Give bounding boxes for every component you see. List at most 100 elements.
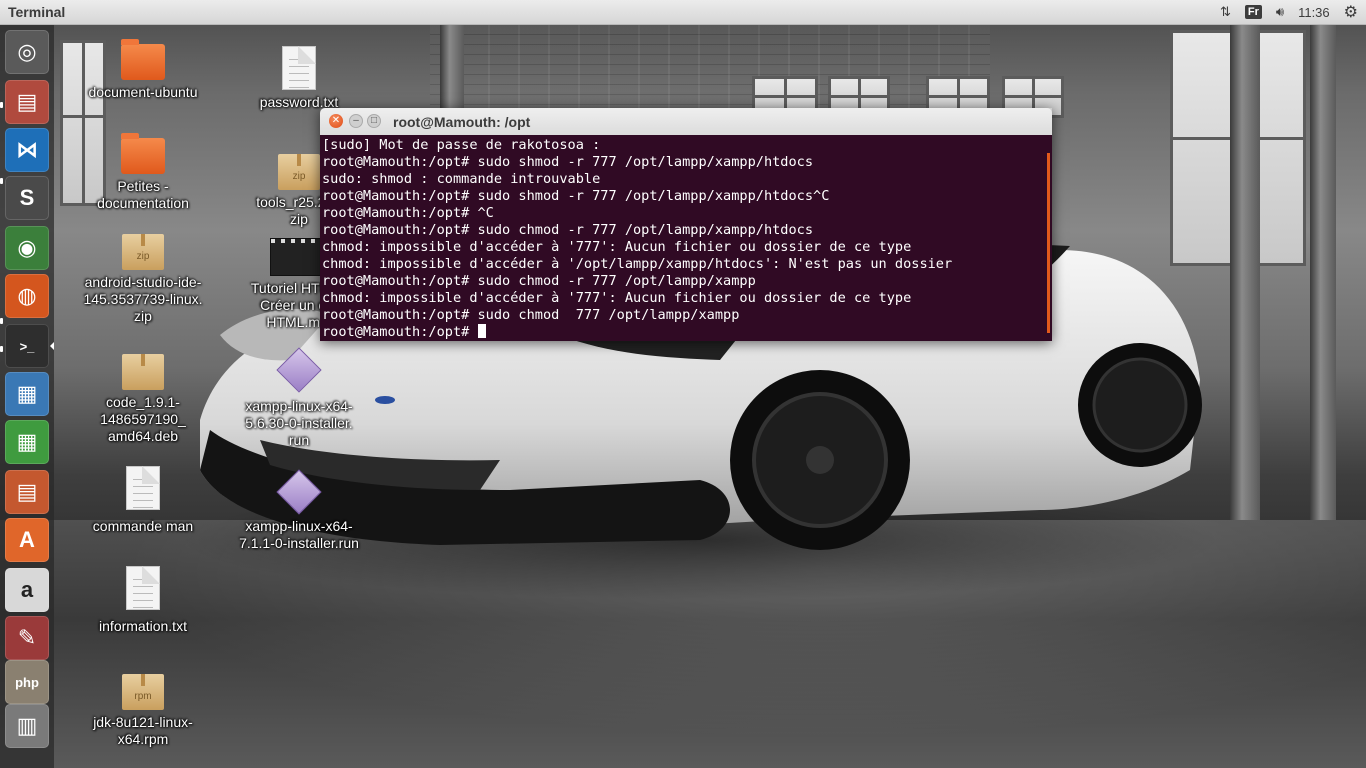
terminal-body[interactable]: [sudo] Mot de passe de rakotosoa : root@… xyxy=(320,135,1052,341)
terminal-line: chmod: impossible d'accéder à '777': Auc… xyxy=(322,290,912,306)
minimize-icon[interactable]: – xyxy=(349,114,363,128)
clock[interactable]: 11:36 xyxy=(1298,5,1330,20)
running-indicator xyxy=(0,318,3,324)
workspace-icon: ▥ xyxy=(16,713,38,738)
firefox-icon: ◍ xyxy=(17,283,37,308)
terminal-title: root@Mamouth: /opt xyxy=(393,114,531,130)
desktop-icon-jdk-rpm[interactable]: rpm jdk-8u121-linux- x64.rpm xyxy=(78,674,208,748)
deb-package-icon xyxy=(122,354,164,390)
desktop-icon-code-deb[interactable]: code_1.9.1- 1486597190_ amd64.deb xyxy=(78,354,208,445)
launcher-system-settings[interactable]: ✎ xyxy=(5,616,49,660)
software-center-icon: A xyxy=(19,527,35,552)
zip-tag: zip xyxy=(292,171,306,182)
desktop-icon-label: code_1.9.1- 1486597190_ amd64.deb xyxy=(100,394,186,444)
terminal-line: root@Mamouth:/opt# sudo chmod -r 777 /op… xyxy=(322,222,814,238)
close-icon[interactable]: ✕ xyxy=(329,114,343,128)
desktop-icon-label: jdk-8u121-linux- x64.rpm xyxy=(93,714,193,747)
text-file-icon xyxy=(126,566,160,610)
spreadsheet-icon: ▦ xyxy=(16,429,38,454)
desktop-icon-document-ubuntu[interactable]: document-ubuntu xyxy=(78,39,208,101)
indicator-area: ⇅ Fr 🔊︎ 11:36 ⚙ xyxy=(1220,0,1366,24)
terminal-line: root@Mamouth:/opt# sudo chmod 777 /opt/l… xyxy=(322,307,740,323)
terminal-window[interactable]: ✕ – □ root@Mamouth: /opt [sudo] Mot de p… xyxy=(320,108,1052,341)
terminal-line: root@Mamouth:/opt# ^C xyxy=(322,205,494,221)
launcher-visual-studio-code[interactable]: ⋈ xyxy=(5,128,49,172)
terminal-icon: >_ xyxy=(19,338,35,354)
keyboard-layout-indicator[interactable]: Fr xyxy=(1244,5,1262,19)
zip-archive-icon: zip xyxy=(122,234,164,270)
text-cursor xyxy=(477,324,486,338)
desktop-icon-label: xampp-linux-x64- 5.6.30-0-installer. run xyxy=(245,398,353,448)
launcher-files[interactable]: ▤ xyxy=(5,80,49,124)
document-icon: ▤ xyxy=(16,479,38,504)
terminal-output[interactable]: [sudo] Mot de passe de rakotosoa : root@… xyxy=(320,135,1052,341)
launcher-libreoffice-impress[interactable]: ▦ xyxy=(5,372,49,416)
zip-tag: zip xyxy=(136,251,150,262)
launcher-firefox[interactable]: ◍ xyxy=(5,274,49,318)
launcher-libreoffice-calc[interactable]: ▦ xyxy=(5,420,49,464)
file-cabinet-icon: ▤ xyxy=(16,89,38,114)
keyboard-layout-label: Fr xyxy=(1244,5,1262,19)
terminal-line: [sudo] Mot de passe de rakotosoa : xyxy=(322,137,601,153)
installer-icon xyxy=(276,469,322,515)
sublime-icon: S xyxy=(19,185,35,210)
desktop-icon-password-txt[interactable]: password.txt xyxy=(234,46,364,111)
desktop-icon-label: android-studio-ide- 145.3537739-linux. z… xyxy=(83,274,203,324)
desktop-icon-label: Petites - documentation xyxy=(97,178,189,211)
zip-archive-icon: zip xyxy=(278,154,320,190)
rpm-package-icon: rpm xyxy=(122,674,164,710)
terminal-line: sudo: shmod : commande introuvable xyxy=(322,171,601,187)
installer-icon xyxy=(276,347,322,393)
folder-icon xyxy=(121,39,165,80)
desktop-icon-commande-man[interactable]: commande man xyxy=(78,466,208,535)
launcher: ◎ ▤ ⋈ S ◉ ◍ >_ ▦ ▦ ▤ Aa ✎ php ▥ xyxy=(0,24,54,768)
volume-icon[interactable]: 🔊︎ xyxy=(1276,4,1284,20)
desktop-icon-label: xampp-linux-x64- 7.1.1-0-installer.run xyxy=(239,518,359,551)
maximize-icon[interactable]: □ xyxy=(367,114,381,128)
desktop-icon-android-studio[interactable]: zip android-studio-ide- 145.3537739-linu… xyxy=(78,234,208,325)
launcher-amazon[interactable]: a xyxy=(5,568,49,612)
terminal-line: root@Mamouth:/opt# sudo shmod -r 777 /op… xyxy=(322,154,814,170)
top-panel: Terminal ⇅ Fr 🔊︎ 11:36 ⚙ xyxy=(0,0,1366,25)
launcher-workspace-switcher[interactable]: ▥ xyxy=(5,704,49,748)
launcher-chrome[interactable]: ◉ xyxy=(5,226,49,270)
launcher-ubuntu-software[interactable]: A xyxy=(5,518,49,562)
chrome-icon: ◉ xyxy=(17,235,37,260)
launcher-libreoffice-writer[interactable]: ▤ xyxy=(5,470,49,514)
desktop-icon-label: commande man xyxy=(92,518,194,534)
desktop-icon-label: document-ubuntu xyxy=(88,84,198,100)
terminal-titlebar[interactable]: ✕ – □ root@Mamouth: /opt xyxy=(320,108,1052,136)
terminal-line: root@Mamouth:/opt# sudo shmod -r 777 /op… xyxy=(322,188,830,204)
running-indicator xyxy=(0,178,3,184)
terminal-line: root@Mamouth:/opt# sudo chmod -r 777 /op… xyxy=(322,273,756,289)
php-icon: php xyxy=(15,674,39,690)
active-app-title: Terminal xyxy=(8,4,66,20)
desktop-icon-petites-documentation[interactable]: Petites - documentation xyxy=(78,133,208,212)
launcher-dash-home[interactable]: ◎ xyxy=(5,30,49,74)
desktop-icon-information-txt[interactable]: information.txt xyxy=(78,566,208,635)
terminal-prompt: root@Mamouth:/opt# xyxy=(322,324,478,340)
network-icon[interactable]: ⇅ xyxy=(1220,4,1231,20)
presentation-icon: ▦ xyxy=(16,381,38,406)
desktop-icon-xampp-711[interactable]: xampp-linux-x64- 7.1.1-0-installer.run xyxy=(234,469,364,552)
launcher-sublime-text[interactable]: S xyxy=(5,176,49,220)
desktop-icon-label: information.txt xyxy=(99,618,187,634)
vscode-icon: ⋈ xyxy=(16,137,38,162)
settings-icon: ✎ xyxy=(17,625,37,650)
rpm-tag: rpm xyxy=(134,691,152,702)
ubuntu-logo-icon: ◎ xyxy=(17,39,37,64)
running-indicator xyxy=(0,346,3,352)
terminal-line: chmod: impossible d'accéder à '/opt/lamp… xyxy=(322,256,953,272)
text-file-icon xyxy=(126,466,160,510)
terminal-line: chmod: impossible d'accéder à '777': Auc… xyxy=(322,239,912,255)
launcher-terminal[interactable]: >_ xyxy=(5,324,49,368)
gear-icon[interactable]: ⚙ xyxy=(1344,2,1358,22)
terminal-scrollbar[interactable] xyxy=(1047,153,1050,333)
running-indicator xyxy=(0,102,3,108)
launcher-phpmyadmin[interactable]: php xyxy=(5,660,49,704)
text-file-icon xyxy=(282,46,316,90)
wallpaper-column xyxy=(1230,24,1260,544)
folder-icon xyxy=(121,133,165,174)
desktop-icon-xampp-5630[interactable]: xampp-linux-x64- 5.6.30-0-installer. run xyxy=(234,347,364,449)
amazon-icon: a xyxy=(20,577,34,602)
